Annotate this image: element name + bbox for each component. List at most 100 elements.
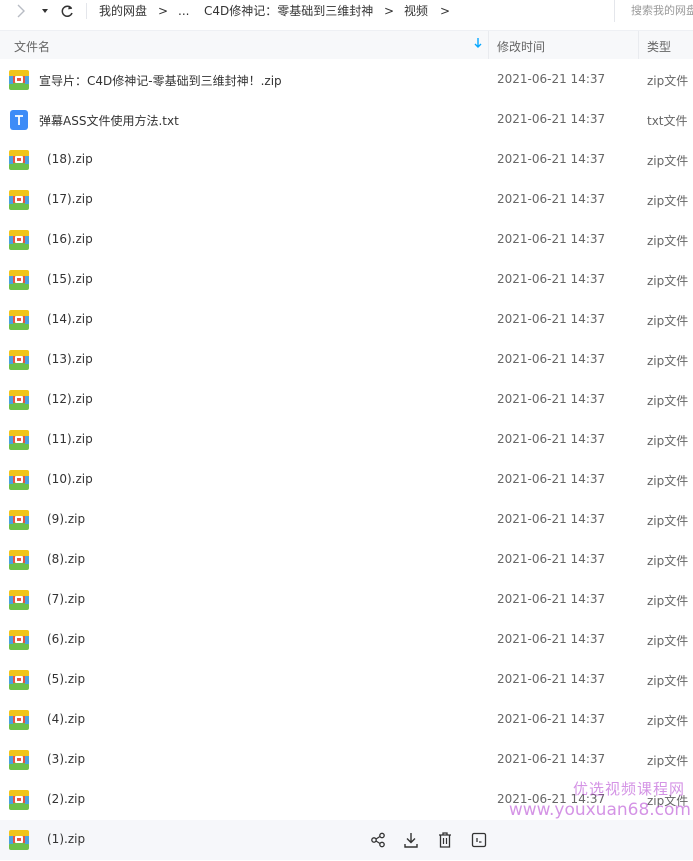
column-header-modified[interactable]: 修改时间 bbox=[497, 38, 545, 55]
file-row[interactable]: (15).zip 2021-06-21 14:37 zip文件 bbox=[0, 260, 693, 300]
file-name[interactable]: (5).zip bbox=[47, 672, 85, 686]
file-modified-time: 2021-06-21 14:37 bbox=[497, 432, 606, 446]
refresh-icon[interactable] bbox=[59, 2, 75, 20]
file-type: zip文件 bbox=[647, 594, 689, 608]
file-row[interactable]: (9).zip 2021-06-21 14:37 zip文件 bbox=[0, 500, 693, 540]
file-type: zip文件 bbox=[647, 474, 689, 488]
file-modified-time: 2021-06-21 14:37 bbox=[497, 272, 606, 286]
file-row[interactable]: (10).zip 2021-06-21 14:37 zip文件 bbox=[0, 460, 693, 500]
zip-file-icon bbox=[9, 310, 29, 330]
file-row[interactable]: (1).zip bbox=[0, 820, 693, 860]
breadcrumb-folder-video[interactable]: 视频 bbox=[404, 3, 428, 19]
file-row[interactable]: 弹幕ASS文件使用方法.txt 2021-06-21 14:37 txt文件 bbox=[0, 100, 693, 140]
file-name[interactable]: (14).zip bbox=[47, 312, 93, 326]
file-type: zip文件 bbox=[647, 194, 689, 208]
file-row[interactable]: (7).zip 2021-06-21 14:37 zip文件 bbox=[0, 580, 693, 620]
file-type: zip文件 bbox=[647, 514, 689, 528]
breadcrumb-my-drive[interactable]: 我的网盘 bbox=[99, 3, 147, 19]
file-type: zip文件 bbox=[647, 354, 689, 368]
delete-icon[interactable] bbox=[435, 830, 455, 850]
file-name[interactable]: (16).zip bbox=[47, 232, 93, 246]
file-row[interactable]: (14).zip 2021-06-21 14:37 zip文件 bbox=[0, 300, 693, 340]
history-dropdown-icon[interactable] bbox=[40, 4, 52, 18]
breadcrumb-ellipsis[interactable]: ... bbox=[178, 3, 189, 19]
file-row[interactable]: (5).zip 2021-06-21 14:37 zip文件 bbox=[0, 660, 693, 700]
file-modified-time: 2021-06-21 14:37 bbox=[497, 752, 606, 766]
file-row[interactable]: (16).zip 2021-06-21 14:37 zip文件 bbox=[0, 220, 693, 260]
nav-divider bbox=[86, 3, 87, 19]
zip-file-icon bbox=[9, 630, 29, 650]
file-row[interactable]: (6).zip 2021-06-21 14:37 zip文件 bbox=[0, 620, 693, 660]
column-header-type[interactable]: 类型 bbox=[647, 38, 671, 55]
file-row[interactable]: (3).zip 2021-06-21 14:37 zip文件 bbox=[0, 740, 693, 780]
file-name[interactable]: (17).zip bbox=[47, 192, 93, 206]
file-modified-time: 2021-06-21 14:37 bbox=[497, 232, 606, 246]
file-name[interactable]: (18).zip bbox=[47, 152, 93, 166]
file-name[interactable]: (4).zip bbox=[47, 712, 85, 726]
search-box[interactable] bbox=[614, 0, 693, 22]
file-type: zip文件 bbox=[647, 554, 689, 568]
zip-file-icon bbox=[9, 830, 29, 850]
file-name[interactable]: (9).zip bbox=[47, 512, 85, 526]
zip-file-icon bbox=[9, 510, 29, 530]
column-divider[interactable] bbox=[488, 31, 489, 59]
zip-file-icon bbox=[9, 430, 29, 450]
zip-file-icon bbox=[9, 670, 29, 690]
file-modified-time: 2021-06-21 14:37 bbox=[497, 632, 606, 646]
breadcrumb-separator: > bbox=[158, 4, 169, 18]
breadcrumb-folder-course[interactable]: C4D修神记：零基础到三维封神 bbox=[204, 3, 373, 19]
column-header-name[interactable]: 文件名 bbox=[14, 38, 50, 55]
file-name[interactable]: (13).zip bbox=[47, 352, 93, 366]
file-row[interactable]: (18).zip 2021-06-21 14:37 zip文件 bbox=[0, 140, 693, 180]
zip-file-icon bbox=[9, 750, 29, 770]
file-type: zip文件 bbox=[647, 274, 689, 288]
file-row[interactable]: (2).zip 2021-06-21 14:37 zip文件 bbox=[0, 780, 693, 820]
zip-file-icon bbox=[9, 230, 29, 250]
file-row[interactable]: (17).zip 2021-06-21 14:37 zip文件 bbox=[0, 180, 693, 220]
zip-file-icon bbox=[9, 70, 29, 90]
zip-file-icon bbox=[9, 270, 29, 290]
forward-arrow-icon[interactable] bbox=[15, 2, 31, 20]
file-name[interactable]: (8).zip bbox=[47, 552, 85, 566]
txt-file-icon bbox=[9, 110, 29, 130]
file-row[interactable]: (4).zip 2021-06-21 14:37 zip文件 bbox=[0, 700, 693, 740]
file-row[interactable]: (11).zip 2021-06-21 14:37 zip文件 bbox=[0, 420, 693, 460]
zip-file-icon bbox=[9, 710, 29, 730]
file-row[interactable]: (13).zip 2021-06-21 14:37 zip文件 bbox=[0, 340, 693, 380]
file-name[interactable]: (10).zip bbox=[47, 472, 93, 486]
file-name[interactable]: (3).zip bbox=[47, 752, 85, 766]
file-modified-time: 2021-06-21 14:37 bbox=[497, 792, 606, 806]
file-modified-time: 2021-06-21 14:37 bbox=[497, 72, 606, 86]
file-modified-time: 2021-06-21 14:37 bbox=[497, 312, 606, 326]
share-icon[interactable] bbox=[368, 830, 388, 850]
column-divider[interactable] bbox=[638, 31, 639, 59]
file-modified-time: 2021-06-21 14:37 bbox=[497, 472, 606, 486]
file-name[interactable]: (15).zip bbox=[47, 272, 93, 286]
zip-file-icon bbox=[9, 350, 29, 370]
file-modified-time: 2021-06-21 14:37 bbox=[497, 512, 606, 526]
file-type: zip文件 bbox=[647, 234, 689, 248]
file-row[interactable]: (12).zip 2021-06-21 14:37 zip文件 bbox=[0, 380, 693, 420]
file-name[interactable]: (12).zip bbox=[47, 392, 93, 406]
file-name[interactable]: (2).zip bbox=[47, 792, 85, 806]
file-type: zip文件 bbox=[647, 794, 689, 808]
file-row[interactable]: (8).zip 2021-06-21 14:37 zip文件 bbox=[0, 540, 693, 580]
more-icon[interactable] bbox=[469, 830, 489, 850]
file-type: zip文件 bbox=[647, 314, 689, 328]
file-name[interactable]: (11).zip bbox=[47, 432, 93, 446]
zip-file-icon bbox=[9, 550, 29, 570]
file-modified-time: 2021-06-21 14:37 bbox=[497, 552, 606, 566]
sort-down-arrow-icon[interactable] bbox=[473, 36, 483, 53]
file-name[interactable]: (1).zip bbox=[47, 832, 85, 846]
file-list-header: 文件名 修改时间 类型 bbox=[0, 31, 693, 59]
file-modified-time: 2021-06-21 14:37 bbox=[497, 152, 606, 166]
file-type: zip文件 bbox=[647, 634, 689, 648]
file-name[interactable]: (7).zip bbox=[47, 592, 85, 606]
file-name[interactable]: 宣导片：C4D修神记-零基础到三维封神！.zip bbox=[39, 72, 282, 89]
file-name[interactable]: (6).zip bbox=[47, 632, 85, 646]
file-modified-time: 2021-06-21 14:37 bbox=[497, 352, 606, 366]
file-row[interactable]: 宣导片：C4D修神记-零基础到三维封神！.zip 2021-06-21 14:37… bbox=[0, 60, 693, 100]
search-input[interactable] bbox=[615, 0, 693, 20]
download-icon[interactable] bbox=[401, 830, 421, 850]
file-name[interactable]: 弹幕ASS文件使用方法.txt bbox=[39, 112, 179, 129]
